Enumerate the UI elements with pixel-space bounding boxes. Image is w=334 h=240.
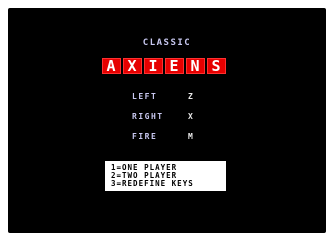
control-label: LEFT — [132, 92, 158, 101]
game-screen: CLASSIC A X I E N S LEFT Z RIGHT X FIRE … — [8, 8, 326, 233]
logo-letter: I — [144, 58, 163, 74]
control-key: X — [188, 112, 194, 121]
control-left: LEFT Z — [132, 93, 212, 113]
control-key: M — [188, 132, 194, 141]
control-fire: FIRE M — [132, 133, 212, 153]
game-logo: A X I E N S — [102, 58, 226, 74]
menu-item-redefine-keys[interactable]: 3=REDEFINE KEYS — [111, 180, 226, 188]
control-key: Z — [188, 92, 194, 101]
logo-letter: E — [165, 58, 184, 74]
logo-letter: N — [186, 58, 205, 74]
controls-list: LEFT Z RIGHT X FIRE M — [132, 93, 212, 153]
control-right: RIGHT X — [132, 113, 212, 133]
game-subtitle: CLASSIC — [142, 38, 192, 48]
logo-letter: A — [102, 58, 121, 74]
main-menu: 1=ONE PLAYER 2=TWO PLAYER 3=REDEFINE KEY… — [105, 161, 226, 191]
control-label: RIGHT — [132, 112, 164, 121]
logo-letter: S — [207, 58, 226, 74]
control-label: FIRE — [132, 132, 158, 141]
logo-letter: X — [123, 58, 142, 74]
